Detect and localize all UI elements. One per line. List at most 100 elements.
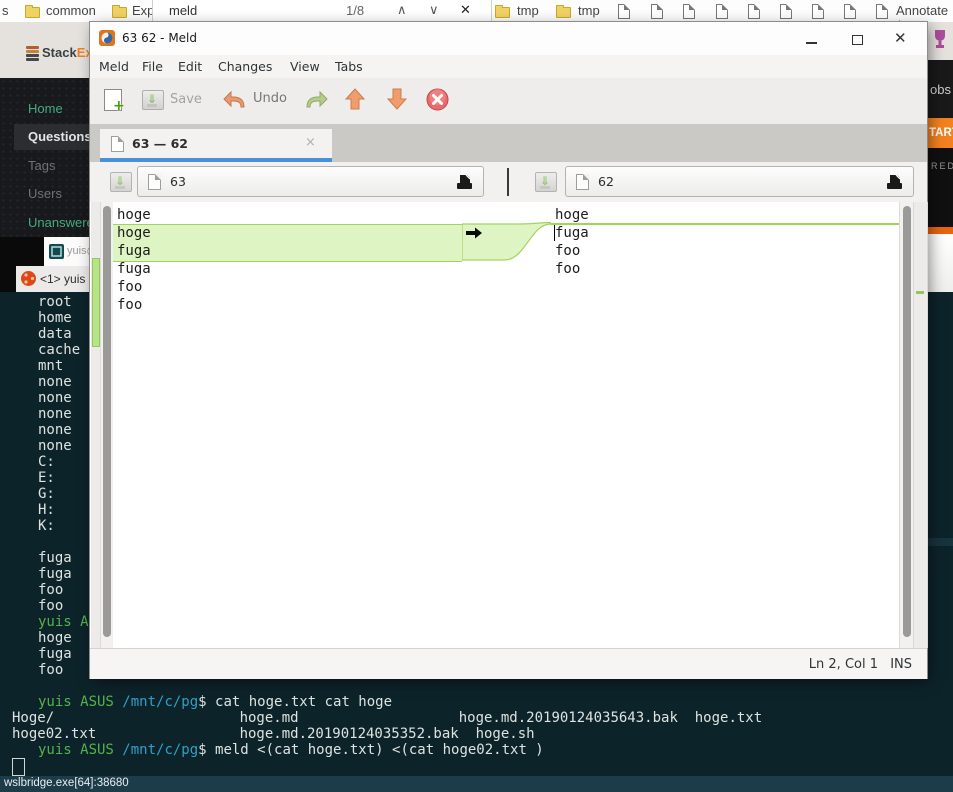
menu-file[interactable]: File — [142, 59, 163, 74]
maximize-button[interactable] — [852, 35, 863, 45]
new-comparison-icon[interactable]: + — [104, 89, 122, 111]
diff-line: foo — [555, 260, 580, 278]
folder-icon — [25, 7, 40, 18]
tab-tmp-1[interactable]: tmp — [517, 3, 539, 18]
menu-meld[interactable]: Meld — [99, 59, 129, 74]
doc-tab-icon[interactable] — [780, 4, 792, 19]
tab-close-icon[interactable]: × — [305, 135, 316, 150]
left-text-pane[interactable]: hoge hoge fuga fuga foo foo — [113, 202, 462, 648]
doc-tab-icon[interactable] — [876, 4, 888, 19]
change-tick[interactable] — [916, 291, 924, 294]
arrow-down-icon — [387, 87, 407, 111]
undo-icon — [222, 86, 248, 112]
pane-splitter[interactable] — [507, 168, 509, 196]
terminal-line: foo — [38, 582, 63, 598]
stackexchange-logo[interactable]: StackExc — [42, 45, 90, 60]
menu-view[interactable]: View — [290, 59, 320, 74]
meld-statusbar: Ln 2, Col 1 INS — [90, 648, 927, 679]
meld-toolbar: + ⇓ Save Undo — [90, 78, 927, 125]
change-chunk-highlight — [113, 224, 462, 262]
terminal-prompt-line: yuis ASUS /mnt/c/pg$ cat hoge.txt cat ho… — [38, 694, 392, 710]
terminal-line: none — [38, 438, 72, 454]
meld-menubar: Meld File Edit Changes View Tabs — [90, 55, 927, 79]
meld-tabstrip: 63 — 62 × — [90, 124, 927, 163]
right-scrollbar-thumb[interactable] — [903, 206, 911, 637]
terminal-prompt-line: yuis ASUS /mnt/c/pg$ meld <(cat hoge.txt… — [38, 742, 544, 758]
doc-tab-icon[interactable] — [844, 4, 856, 19]
undo-button[interactable]: Undo — [222, 86, 248, 116]
terminal-tab-label[interactable]: <1> yuis — [40, 272, 85, 286]
stackexchange-sidebar: Home Questions Tags Users Unanswered — [0, 78, 90, 237]
push-change-arrow-icon[interactable] — [465, 226, 483, 240]
change-marker[interactable] — [92, 258, 100, 347]
terminal-line: none — [38, 422, 72, 438]
find-close-icon[interactable]: ✕ — [460, 3, 471, 18]
terminal-bottom: yuis ASUS /mnt/c/pg$ cat hoge.txt cat ho… — [0, 678, 953, 776]
diff-line: hoge — [555, 206, 589, 224]
terminal-line: K: — [38, 518, 55, 534]
doc-tab-icon[interactable] — [716, 4, 728, 19]
right-overview-map[interactable] — [913, 202, 928, 648]
left-file-label: 63 — [170, 174, 186, 189]
jobs-fragment: obs — [928, 60, 953, 118]
orange-strip — [928, 227, 953, 234]
doc-tab-icon[interactable] — [651, 4, 663, 19]
mintty-icon — [49, 244, 64, 259]
previous-change-button[interactable] — [345, 87, 365, 115]
doc-tab-icon[interactable] — [748, 4, 760, 19]
save-icon: ⇓ — [142, 90, 164, 110]
find-next-icon[interactable]: ∨ — [429, 3, 439, 18]
start-button-fragment[interactable]: TART — [928, 118, 953, 148]
tab-tmp-2[interactable]: tmp — [578, 3, 600, 18]
tab-common[interactable]: common — [46, 3, 96, 18]
left-scrollbar-thumb[interactable] — [103, 206, 111, 637]
terminal-statusbar: wslbridge.exe[64]:38680 — [0, 776, 953, 792]
close-button[interactable]: ✕ — [894, 29, 907, 47]
stackexchange-header: StackExc — [0, 22, 90, 78]
right-file-button[interactable]: 62 — [565, 166, 914, 197]
terminal-status-text: wslbridge.exe[64]:38680 — [4, 777, 129, 789]
sidebar-item-users[interactable]: Users — [28, 186, 62, 201]
terminal-line: root — [38, 294, 72, 310]
diff-line: fuga — [555, 224, 589, 242]
terminal-line: fuga — [38, 550, 72, 566]
terminal-ls-line: Hoge/ hoge.md hoge.md.20190124035643.bak… — [12, 710, 762, 726]
meld-diff-area: hoge hoge fuga fuga foo foo hoge — [90, 202, 927, 648]
doc-tab-icon[interactable] — [618, 4, 630, 19]
redo-button[interactable] — [303, 86, 329, 116]
sidebar-item-tags[interactable]: Tags — [28, 158, 55, 173]
find-count: 1/8 — [346, 3, 364, 18]
meld-titlebar[interactable]: 63 62 - Meld ✕ — [90, 22, 927, 55]
partial-tab-label[interactable]: s — [2, 3, 9, 18]
terminal-ls-line: hoge02.txt hoge.md.20190124035352.bak ho… — [12, 726, 535, 742]
save-right-icon[interactable]: ⇓ — [535, 172, 557, 192]
terminal-line: foo — [38, 662, 63, 678]
editor-tab-bar: s common Exp meld 1/8 ∧ ∨ ✕ tmp tmp Anno… — [0, 0, 953, 23]
comparison-tab[interactable]: 63 — 62 × — [100, 129, 332, 158]
right-text-pane[interactable]: hoge fuga foo foo — [551, 202, 899, 648]
diff-line: hoge — [117, 206, 151, 224]
stop-button[interactable] — [426, 88, 449, 115]
find-bar: meld 1/8 ∧ ∨ ✕ — [152, 0, 492, 22]
file-actions-icon[interactable] — [456, 175, 473, 190]
left-file-button[interactable]: 63 — [137, 166, 484, 197]
menu-changes[interactable]: Changes — [218, 59, 272, 74]
sidebar-item-home[interactable]: Home — [28, 101, 63, 116]
find-query[interactable]: meld — [169, 3, 197, 18]
page-icon — [148, 174, 161, 190]
sidebar-item-questions[interactable]: Questions — [28, 129, 92, 144]
menu-edit[interactable]: Edit — [178, 59, 202, 74]
menu-tabs[interactable]: Tabs — [335, 59, 363, 74]
meld-app-icon — [99, 30, 115, 46]
diff-line: hoge — [117, 224, 151, 242]
terminal-titlebar: yuis@DES — [0, 237, 90, 266]
minimize-button[interactable] — [806, 42, 817, 44]
save-left-icon[interactable]: ⇓ — [110, 172, 132, 192]
next-change-button[interactable] — [387, 87, 407, 115]
doc-tab-icon[interactable] — [812, 4, 824, 19]
find-prev-icon[interactable]: ∧ — [397, 3, 407, 18]
diff-line: foo — [117, 278, 142, 296]
doc-tab-icon[interactable] — [683, 4, 695, 19]
page-icon — [111, 136, 124, 152]
file-actions-icon[interactable] — [886, 175, 903, 190]
